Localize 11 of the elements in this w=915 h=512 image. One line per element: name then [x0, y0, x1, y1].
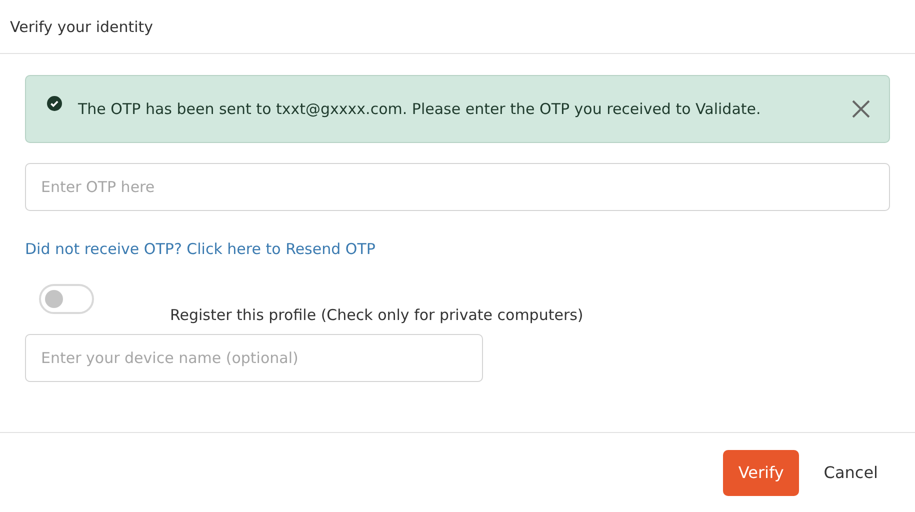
close-button[interactable]: [851, 99, 871, 119]
dialog-title: Verify your identity: [10, 18, 154, 36]
device-name-field[interactable]: Enter your device name (optional): [25, 334, 483, 382]
resend-otp-link[interactable]: Did not receive OTP? Click here to Resend OTP: [25, 240, 376, 258]
check-circle-icon: [47, 96, 62, 111]
otp-input-field[interactable]: Enter OTP here: [25, 163, 890, 211]
cancel-button[interactable]: Cancel: [810, 450, 891, 496]
register-toggle[interactable]: [39, 284, 94, 314]
alert-message: The OTP has been sent to txxt@gxxxx.com. Please enter the OTP you received to Validate.: [78, 100, 762, 118]
toggle-label: Register this profile (Check only for private computers): [170, 306, 584, 324]
verify-button[interactable]: Verify: [723, 450, 799, 496]
